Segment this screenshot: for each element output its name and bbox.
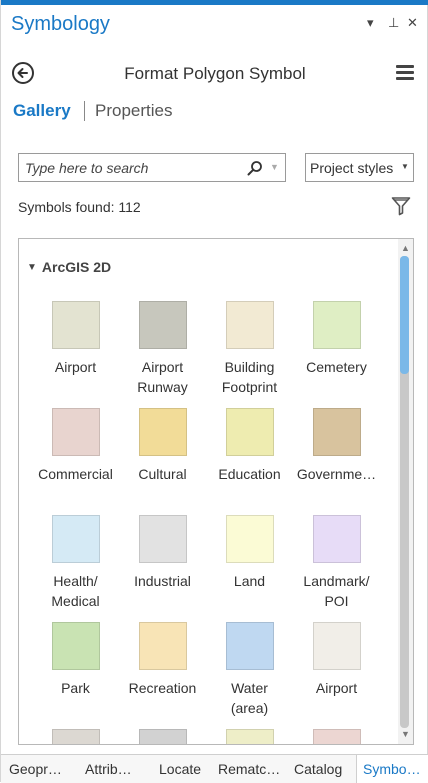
symbol-swatch <box>138 408 187 456</box>
symbol-swatch <box>312 301 361 349</box>
search-input[interactable] <box>25 158 230 177</box>
symbol-item[interactable]: Building Footprint <box>206 301 293 397</box>
search-box: ▼ <box>18 153 286 182</box>
bottom-tab[interactable]: Rematc… <box>218 761 280 777</box>
styles-dropdown-value: Project styles <box>310 160 394 176</box>
symbol-swatch <box>225 515 274 563</box>
symbol-item[interactable]: Governme… <box>293 408 380 484</box>
symbol-label: Land <box>233 573 266 589</box>
symbol-item[interactable]: Airport Runway <box>119 301 206 397</box>
chevron-down-icon: ▼ <box>401 162 409 171</box>
bottom-tab[interactable]: Catalog <box>294 761 342 777</box>
symbol-item[interactable] <box>293 729 380 744</box>
symbol-label: Governme… <box>296 466 377 482</box>
symbol-item[interactable]: Education <box>206 408 293 484</box>
symbol-item[interactable]: Cemetery <box>293 301 380 377</box>
pane-titlebar: Symbology ▾ ⊥ ✕ <box>1 5 428 41</box>
symbol-label: Industrial <box>134 573 191 589</box>
symbol-item[interactable]: Industrial <box>119 515 206 591</box>
symbol-label: Health/ Medical <box>51 573 100 609</box>
symbol-swatch <box>312 408 361 456</box>
symbol-item[interactable]: Park <box>32 622 119 698</box>
symbol-label: Building Footprint <box>221 359 278 395</box>
symbol-swatch <box>225 622 274 670</box>
tab-separator <box>84 101 85 121</box>
symbol-label: Airport <box>54 359 97 375</box>
scrollbar-thumb[interactable] <box>400 256 409 374</box>
format-header: Format Polygon Symbol <box>1 58 428 92</box>
symbol-swatch <box>225 301 274 349</box>
bottom-tab[interactable]: Symbo… <box>356 755 428 783</box>
symbol-item[interactable]: Airport <box>32 301 119 377</box>
symbol-item[interactable]: Commercial <box>32 408 119 484</box>
symbology-pane: Symbology ▾ ⊥ ✕ Format Polygon Symbol Ga… <box>0 0 428 783</box>
search-options-chevron-icon[interactable]: ▼ <box>270 162 279 172</box>
symbol-swatch <box>51 729 100 744</box>
pane-title: Symbology <box>11 13 110 35</box>
symbol-swatch <box>51 515 100 563</box>
scroll-down-arrow-icon[interactable]: ▼ <box>401 729 410 739</box>
bottom-tab-strip: Geopr… Attrib… Locate Rematc… Catalog Symbo… <box>1 754 428 783</box>
close-icon[interactable]: ✕ <box>407 15 418 31</box>
symbol-label: Landmark/ POI <box>303 573 370 609</box>
symbol-swatch <box>225 729 274 744</box>
filter-icon[interactable] <box>391 196 411 216</box>
symbol-label: Cultural <box>138 466 187 482</box>
symbol-swatch <box>51 622 100 670</box>
symbol-label: Water (area) <box>230 680 269 716</box>
symbol-swatch <box>138 515 187 563</box>
group-header[interactable]: ▼ ArcGIS 2D <box>27 259 111 275</box>
symbol-swatch <box>312 515 361 563</box>
symbol-label: Commercial <box>38 466 113 482</box>
symbol-item[interactable] <box>32 729 119 744</box>
symbol-swatch <box>138 729 187 744</box>
search-icon[interactable] <box>247 160 263 176</box>
symbol-swatch <box>312 622 361 670</box>
styles-dropdown[interactable]: Project styles ▼ <box>305 153 414 182</box>
symbol-swatch <box>51 408 100 456</box>
symbol-item[interactable]: Airport <box>293 622 380 698</box>
symbol-item[interactable]: Recreation <box>119 622 206 698</box>
group-name: ArcGIS 2D <box>41 259 112 275</box>
symbol-item[interactable]: Water (area) <box>206 622 293 718</box>
bottom-tab[interactable]: Geopr… <box>9 761 62 777</box>
format-title: Format Polygon Symbol <box>124 64 306 83</box>
symbol-gallery: ▼ ArcGIS 2D Airport Airport Runway Building… <box>18 238 414 745</box>
symbol-item[interactable]: Land <box>206 515 293 591</box>
symbol-swatch <box>138 622 187 670</box>
symbol-swatch <box>312 729 361 744</box>
pin-icon[interactable]: ⊥ <box>388 15 399 31</box>
symbol-item[interactable]: Landmark/ POI <box>293 515 380 611</box>
symbol-item[interactable]: Cultural <box>119 408 206 484</box>
symbol-label: Education <box>218 466 281 482</box>
symbol-label: Park <box>61 680 90 696</box>
symbol-item[interactable] <box>206 729 293 744</box>
symbol-label: Airport Runway <box>137 359 188 395</box>
symbol-label: Cemetery <box>306 359 367 375</box>
symbol-item[interactable] <box>119 729 206 744</box>
gallery-scrollbar[interactable]: ▲ ▼ <box>398 239 413 744</box>
tab-properties[interactable]: Properties <box>95 101 172 121</box>
bottom-tab[interactable]: Locate <box>159 761 201 777</box>
symbol-item[interactable]: Health/ Medical <box>32 515 119 611</box>
pane-options-dropdown-icon[interactable]: ▾ <box>367 15 374 31</box>
bottom-tab[interactable]: Attrib… <box>85 761 132 777</box>
symbol-label: Airport <box>315 680 358 696</box>
scroll-up-arrow-icon[interactable]: ▲ <box>401 243 410 253</box>
symbol-swatch <box>225 408 274 456</box>
symbol-swatch <box>51 301 100 349</box>
symbol-swatch <box>138 301 187 349</box>
hamburger-menu-icon[interactable] <box>396 65 414 81</box>
symbols-found-count: Symbols found: 112 <box>18 199 141 215</box>
group-collapse-chevron-icon[interactable]: ▼ <box>27 262 37 273</box>
symbol-label: Recreation <box>128 680 197 696</box>
tab-gallery[interactable]: Gallery <box>13 101 71 121</box>
